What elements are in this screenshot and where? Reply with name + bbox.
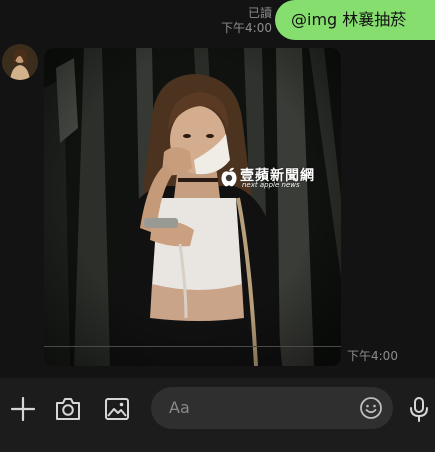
emoji-icon[interactable] (359, 396, 383, 420)
sent-message-bubble[interactable]: @img 林襄抽菸 (275, 0, 435, 40)
photo-image (44, 48, 341, 366)
news-watermark: 壹蘋新聞網 next apple news (220, 165, 340, 191)
composer-bar: Aa (0, 378, 435, 452)
watermark-subtitle: next apple news (242, 181, 300, 189)
message-input[interactable]: Aa (151, 387, 393, 429)
microphone-icon[interactable] (404, 394, 434, 424)
sent-message-meta: 已讀 下午4:00 (221, 6, 272, 36)
avatar-image (2, 44, 38, 80)
image-icon[interactable] (102, 394, 132, 424)
plus-icon[interactable] (8, 394, 38, 424)
received-timestamp: 下午4:00 (347, 349, 398, 363)
read-receipt: 已讀 (247, 6, 272, 20)
chat-area: 已讀 下午4:00 @img 林襄抽菸 壹蘋新聞網 next apple new… (0, 0, 435, 378)
camera-icon[interactable] (53, 394, 83, 424)
avatar[interactable] (2, 44, 38, 80)
apple-logo-icon (221, 167, 237, 187)
photo-divider (44, 346, 341, 347)
sent-timestamp: 下午4:00 (221, 21, 272, 35)
input-placeholder: Aa (169, 398, 190, 417)
received-photo[interactable]: 壹蘋新聞網 next apple news (44, 48, 341, 366)
